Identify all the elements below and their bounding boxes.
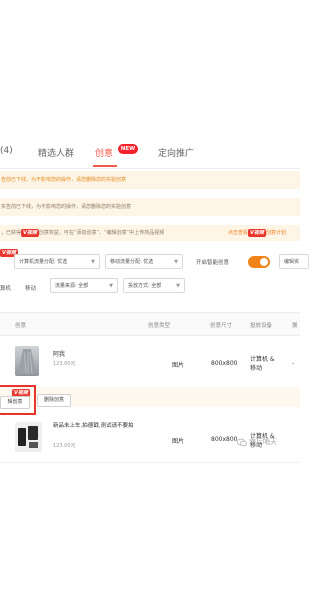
wechat-icon bbox=[237, 438, 247, 446]
creative-title[interactable]: 阿我 bbox=[53, 349, 65, 358]
pc-traffic-select[interactable]: 计算机流量分配: 优选 ▼ bbox=[14, 254, 100, 269]
notice-banner-1: 告前已下线，为不影响您的操作，请您删除您的实验创意 bbox=[0, 171, 300, 189]
notice-banner-3: ，已获得 V视频 创意权益，可在“添加创意”、“编辑创意”中上传商品视频 点击查看 V… bbox=[0, 225, 300, 241]
video-tag: V视频 bbox=[21, 229, 39, 237]
delete-creative-button[interactable]: 删除创意 bbox=[37, 394, 71, 407]
creative-size: 800x800 bbox=[211, 360, 238, 367]
chevron-down-icon: ▼ bbox=[109, 283, 113, 289]
mobile-traffic-label: 移动流量分配: 优选 bbox=[110, 259, 154, 265]
creative-extra: - bbox=[292, 360, 295, 367]
watermark-text: 南后哨天 bbox=[249, 438, 277, 446]
active-tab-indicator bbox=[93, 165, 117, 167]
smart-creative-label: 开启智能创意 bbox=[196, 260, 230, 266]
traffic-source-select[interactable]: 流量来源: 全部 ▼ bbox=[50, 278, 118, 293]
notice-text-2: 实告前已下线，为不影响您的操作，请您删除您的实验创意 bbox=[1, 204, 132, 210]
edit-resource-button[interactable]: 编辑资 bbox=[279, 254, 309, 269]
watermark: 南后哨天 bbox=[237, 437, 277, 447]
creative-size: 800x800 bbox=[211, 436, 238, 443]
notice-text-1: 告前已下线，为不影响您的操作，请您删除您的实验创意 bbox=[1, 177, 127, 183]
col-extra: 展 bbox=[292, 323, 298, 329]
new-badge: NEW bbox=[118, 144, 138, 154]
view-video-plan-suffix: 创意计划 bbox=[265, 230, 286, 236]
chevron-down-icon: ▼ bbox=[174, 259, 178, 265]
creative-devices: 计算机 & 移动 bbox=[250, 356, 275, 372]
col-size: 创意尺寸 bbox=[210, 323, 233, 329]
phone-image-icon bbox=[18, 426, 38, 448]
view-video-plan-prefix: 点击查看 bbox=[228, 230, 249, 236]
device-mobile-option[interactable]: 移动 bbox=[25, 284, 36, 292]
device-pc-option[interactable]: 算机 bbox=[0, 284, 11, 292]
notice-banner-2: 实告前已下线，为不影响您的操作，请您删除您的实验创意 bbox=[0, 198, 300, 216]
creative-type: 图片 bbox=[172, 438, 185, 445]
view-video-plan-link[interactable]: 点击查看 V视频 创意计划 bbox=[228, 225, 286, 241]
notice-text-3: ，已获得 bbox=[1, 230, 22, 236]
tab-bar: (4) 精选人群 创意 NEW 定向推广 bbox=[0, 138, 300, 169]
creative-price: 123.00元 bbox=[53, 443, 76, 449]
traffic-source-label: 流量来源: 全部 bbox=[55, 283, 89, 289]
pc-traffic-label: 计算机流量分配: 优选 bbox=[19, 259, 68, 265]
tab-count[interactable]: (4) bbox=[0, 146, 13, 156]
edit-creative-button[interactable]: 辑创意 bbox=[0, 396, 30, 409]
tab-creative[interactable]: 创意 bbox=[95, 146, 113, 159]
toggle-knob bbox=[260, 258, 268, 266]
tab-targeted-promotion[interactable]: 定向推广 bbox=[158, 146, 194, 159]
notice-text-3-mid: 创意权益，可在“添加创意”、“编辑创意”中上传商品视频 bbox=[38, 230, 165, 236]
tab-selected-audience[interactable]: 精选人群 bbox=[38, 146, 74, 159]
chevron-down-icon: ▼ bbox=[91, 259, 95, 265]
product-thumbnail bbox=[15, 346, 39, 376]
skirt-image-icon bbox=[18, 349, 36, 374]
video-tag-link: V视频 bbox=[248, 229, 266, 237]
col-creative: 创意 bbox=[15, 323, 27, 329]
mobile-traffic-select[interactable]: 移动流量分配: 优选 ▼ bbox=[105, 254, 183, 269]
creative-price: 123.00元 bbox=[53, 361, 76, 367]
delivery-method-select[interactable]: 投放方式: 全部 ▼ bbox=[123, 278, 185, 293]
col-type: 创意类型 bbox=[148, 323, 171, 329]
chevron-down-icon: ▼ bbox=[176, 283, 180, 289]
product-thumbnail bbox=[15, 422, 42, 452]
creative-type: 图片 bbox=[172, 362, 185, 369]
edit-resource-label: 编辑资 bbox=[284, 259, 300, 265]
creative-title[interactable]: 新品未上车,拍德戳,测试请不要拍 bbox=[53, 422, 143, 430]
smart-creative-toggle[interactable] bbox=[248, 256, 270, 268]
col-devices: 投放设备 bbox=[250, 323, 273, 329]
delivery-method-label: 投放方式: 全部 bbox=[128, 283, 162, 289]
